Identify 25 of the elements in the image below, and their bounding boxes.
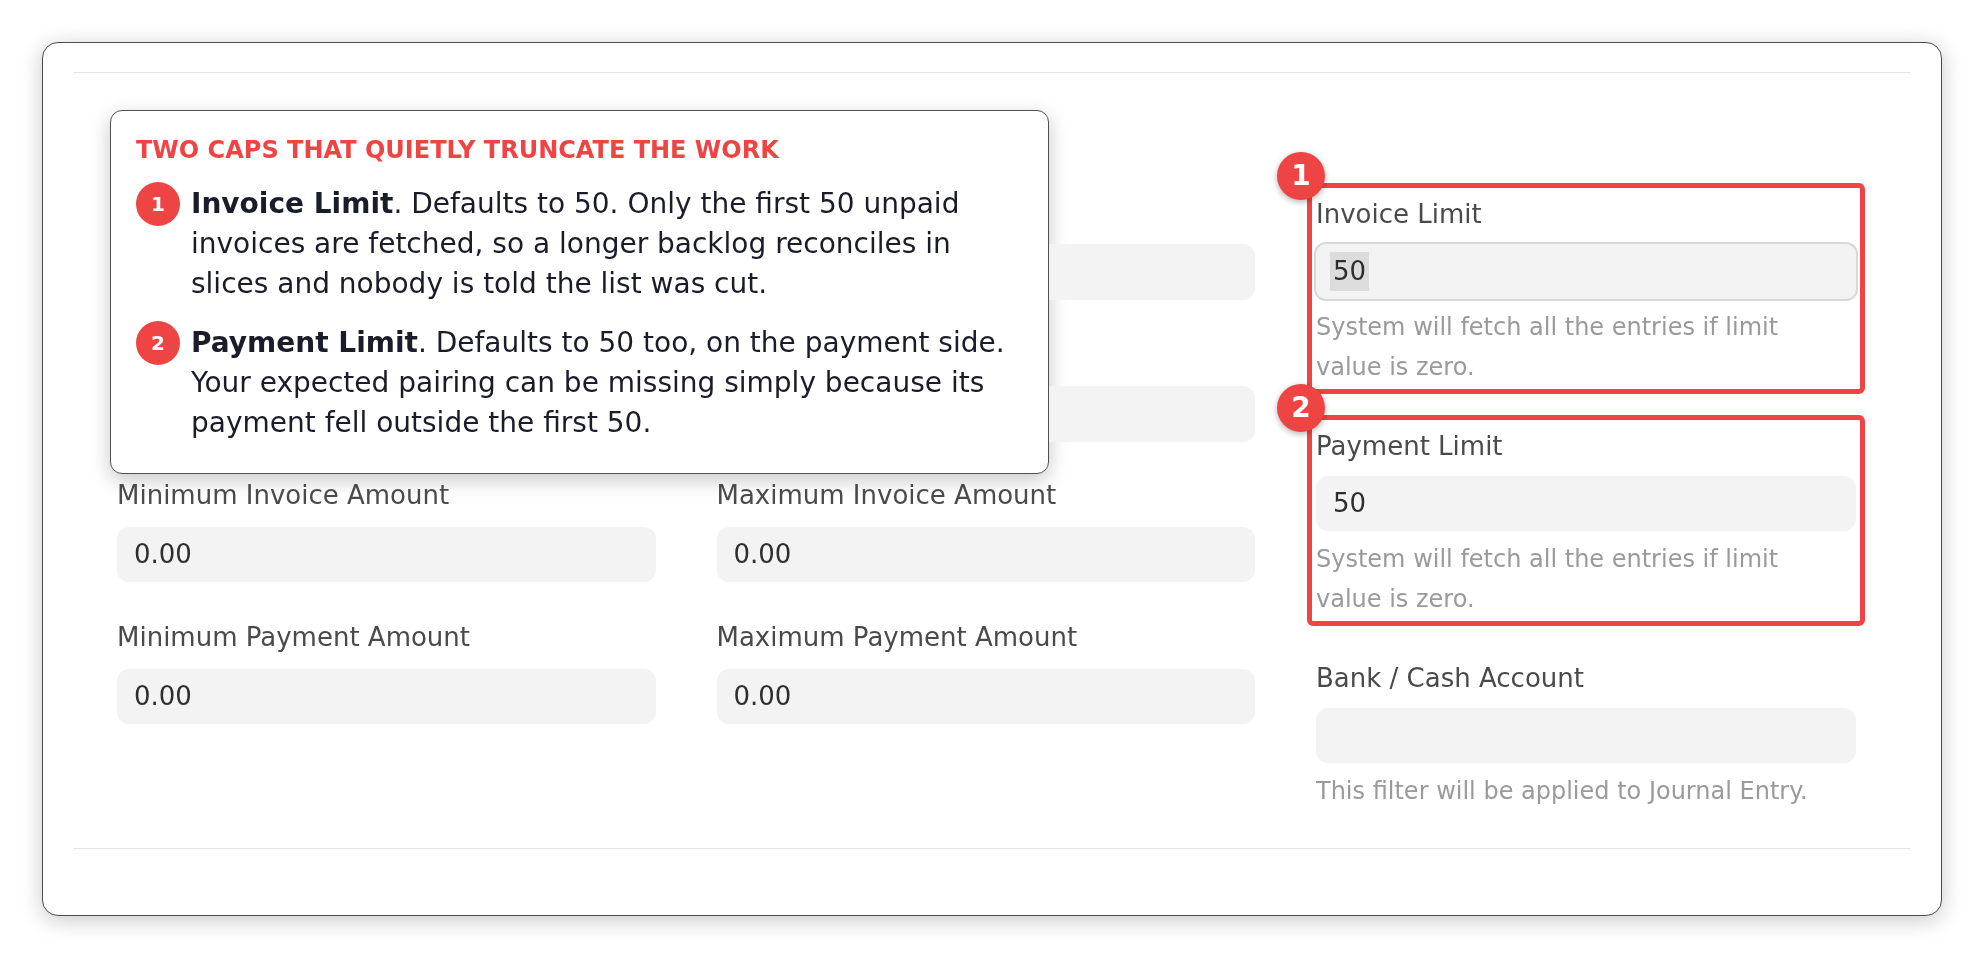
step-number-badge: 2 <box>1277 384 1325 432</box>
field-hint: System will fetch all the entries if limit value is zero. <box>1316 544 1780 615</box>
field-label: Maximum Invoice Amount <box>716 482 1058 508</box>
step-number-badge: 1 <box>136 182 180 226</box>
callout-text: Payment Limit. Defaults to 50 too, on the payment side. Your expected pairing can be missing simply because its payment fell outside the first 50. <box>191 325 1006 441</box>
field-label: Maximum Payment Amount <box>716 624 1079 650</box>
field-label: Minimum Payment Amount <box>117 624 472 650</box>
field-hint: This filter will be applied to Journal Entry. <box>1316 776 1809 807</box>
field-hint: System will fetch all the entries if limit value is zero. <box>1316 312 1780 383</box>
input-field[interactable]: 50 <box>1314 242 1858 301</box>
input-field[interactable]: 0.00 <box>117 527 656 582</box>
field-label: Payment Limit <box>1316 433 1504 459</box>
field-label: Invoice Limit <box>1316 201 1483 227</box>
callout-text: Invoice Limit. Defaults to 50. Only the first 50 unpaid invoices are fetched, so a longer backlog reconciles in slices and nobody is told the list was cut. <box>191 186 961 302</box>
step-number-badge: 2 <box>136 321 180 365</box>
input-field[interactable] <box>1049 244 1255 300</box>
field-label: Minimum Invoice Amount <box>117 482 451 508</box>
input-field[interactable]: 50 <box>1316 476 1856 531</box>
callout-title: TWO CAPS THAT QUIETLY TRUNCATE THE WORK <box>136 135 781 165</box>
input-field[interactable] <box>1049 386 1255 442</box>
input-field[interactable]: 0.00 <box>117 669 656 724</box>
step-number-badge: 1 <box>1277 152 1325 200</box>
input-field[interactable]: 0.00 <box>716 527 1255 582</box>
input-field[interactable]: 0.00 <box>716 669 1255 724</box>
field-label: Bank / Cash Account <box>1316 665 1585 691</box>
